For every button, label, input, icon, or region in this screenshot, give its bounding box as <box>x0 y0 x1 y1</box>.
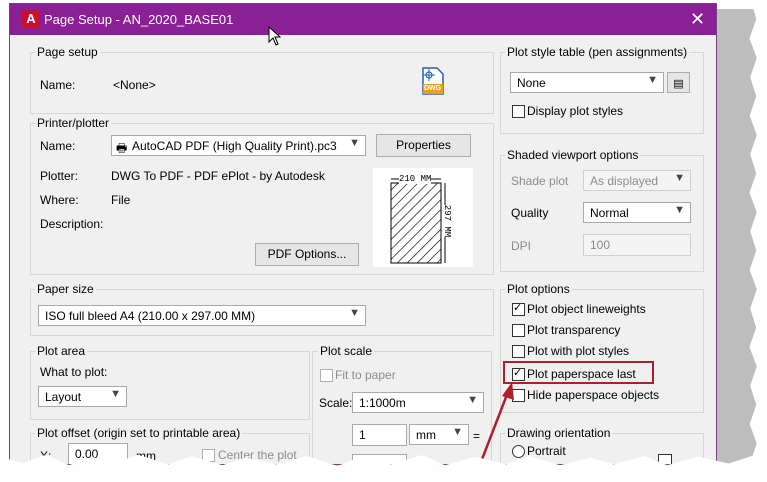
shaded-viewport-heading: Shaded viewport options <box>505 148 641 162</box>
chevron-down-icon: ▼ <box>349 137 360 149</box>
plot-offset-heading: Plot offset (origin set to printable are… <box>35 426 243 440</box>
scale-number-value: 1 <box>359 428 366 442</box>
dpi-input[interactable]: 100 <box>583 234 691 256</box>
plot-transparency-label: Plot transparency <box>527 323 621 337</box>
where-value: File <box>111 193 131 207</box>
paper-size-select[interactable]: ISO full bleed A4 (210.00 x 297.00 MM) ▼ <box>38 305 366 326</box>
scale-unit-value: mm <box>416 428 436 442</box>
properties-button[interactable]: Properties <box>376 134 471 157</box>
mouse-cursor-icon <box>268 26 282 46</box>
page-setup-name-label: Name: <box>40 78 76 92</box>
chevron-down-icon: ▼ <box>674 172 685 184</box>
plot-transparency-checkbox[interactable] <box>512 324 525 337</box>
center-plot-label: Center the plot <box>218 448 297 462</box>
plot-with-styles-label: Plot with plot styles <box>527 344 630 358</box>
what-to-plot-label: What to plot: <box>40 365 108 379</box>
hide-paperspace-label: Hide paperspace objects <box>527 388 660 402</box>
plot-with-styles-checkbox[interactable] <box>512 345 525 358</box>
display-plot-styles-label: Display plot styles <box>527 104 624 118</box>
chevron-down-icon: ▼ <box>349 307 360 319</box>
chevron-down-icon: ▼ <box>674 204 685 216</box>
shade-plot-select[interactable]: As displayed ▼ <box>583 170 691 191</box>
scale-label: Scale: <box>319 396 353 410</box>
dpi-label: DPI <box>511 239 532 253</box>
plot-area-heading: Plot area <box>35 344 88 358</box>
window-title: Page Setup - AN_2020_BASE01 <box>44 12 234 27</box>
scale-value: 1:1000m <box>359 396 406 410</box>
page-setup-name-value: <None> <box>113 78 156 92</box>
printer-icon: 🖶 <box>116 141 128 155</box>
chevron-down-icon: ▼ <box>110 388 121 400</box>
scale-number-input[interactable]: 1 <box>352 424 407 446</box>
pdf-options-button[interactable]: PDF Options... <box>255 243 359 266</box>
quality-value: Normal <box>590 206 629 220</box>
what-to-plot-select[interactable]: Layout ▼ <box>38 386 127 407</box>
autocad-a-icon: A <box>22 10 40 28</box>
fit-to-paper-checkbox[interactable] <box>320 369 333 382</box>
plot-style-table-heading: Plot style table (pen assignments) <box>505 45 690 59</box>
highlight-box <box>503 361 654 384</box>
page-setup-heading: Page setup <box>35 45 100 59</box>
printer-name-value: AutoCAD PDF (High Quality Print).pc3 <box>132 139 337 153</box>
printer-name-select[interactable]: 🖶 AutoCAD PDF (High Quality Print).pc3 ▼ <box>111 135 366 156</box>
plotter-value: DWG To PDF - PDF ePlot - by Autodesk <box>111 169 325 183</box>
printer-heading: Printer/plotter <box>35 116 112 130</box>
preview-width-label: 210 MM <box>399 174 432 184</box>
plot-options-heading: Plot options <box>505 282 572 296</box>
chevron-down-icon: ▼ <box>647 74 658 86</box>
shade-plot-value: As displayed <box>590 174 659 188</box>
fit-to-paper-label: Fit to paper <box>335 368 396 382</box>
plot-lineweights-checkbox[interactable] <box>512 301 525 316</box>
plotter-label: Plotter: <box>40 169 79 183</box>
quality-label: Quality <box>511 206 549 220</box>
orientation-heading: Drawing orientation <box>505 426 613 440</box>
plot-lineweights-label: Plot object lineweights <box>527 302 646 316</box>
plot-style-table-select[interactable]: None ▼ <box>510 72 664 93</box>
paper-size-heading: Paper size <box>35 282 96 296</box>
shade-plot-label: Shade plot <box>511 174 569 188</box>
what-to-plot-value: Layout <box>45 390 82 404</box>
description-label: Description: <box>40 217 104 231</box>
title-bar[interactable]: A Page Setup - AN_2020_BASE01 ✕ <box>10 4 716 35</box>
paper-preview: 210 MM 297 MM <box>373 168 473 267</box>
edit-icon: ▤ <box>673 78 684 90</box>
display-plot-styles-checkbox[interactable] <box>512 105 525 118</box>
preview-height-label: 297 MM <box>442 204 453 238</box>
plot-style-edit-button[interactable]: ▤ <box>667 72 690 93</box>
page-setup-dialog: A Page Setup - AN_2020_BASE01 ✕ Page set… <box>9 3 717 465</box>
dwg-icon: DWG <box>421 66 445 96</box>
plot-scale-heading: Plot scale <box>318 344 375 358</box>
dwg-icon-text: DWG <box>424 85 442 92</box>
close-icon[interactable]: ✕ <box>690 9 705 30</box>
printer-name-label: Name: <box>40 139 76 153</box>
portrait-label: Portrait <box>527 444 566 458</box>
dpi-value: 100 <box>590 238 611 252</box>
paper-size-value: ISO full bleed A4 (210.00 x 297.00 MM) <box>45 309 256 323</box>
plot-style-table-value: None <box>517 76 546 90</box>
quality-select[interactable]: Normal ▼ <box>583 202 691 223</box>
where-label: Where: <box>40 193 79 207</box>
